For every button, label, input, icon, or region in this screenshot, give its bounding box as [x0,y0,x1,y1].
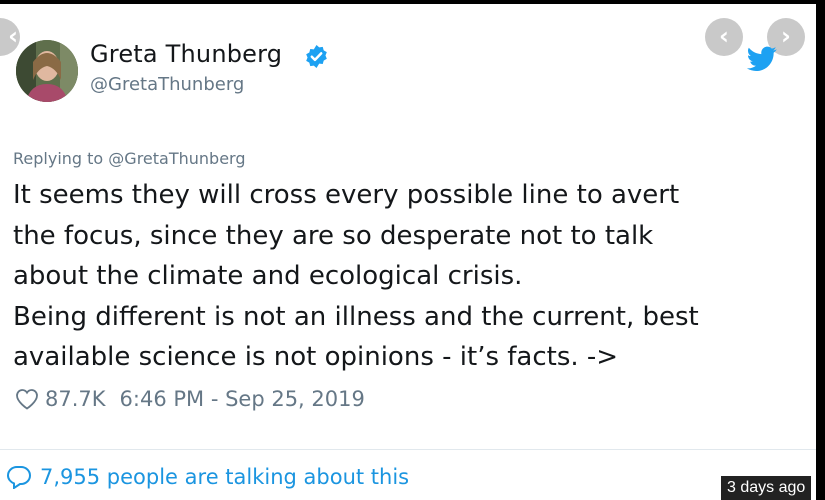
tweet-text-line: Being different is not an illness and th… [13,301,699,332]
carousel-prev-edge-button[interactable]: ‹ [0,18,20,56]
speech-bubble-icon [6,466,32,489]
heart-icon[interactable] [15,388,39,410]
tweet-text-line: the focus, since they are so desperate n… [13,220,654,251]
tweet-timestamp[interactable]: 6:46 PM - Sep 25, 2019 [120,387,365,411]
tweet-text-line: about the climate and ecological crisis. [13,261,523,291]
conversation-link[interactable]: 7,955 people are talking about this [6,465,409,489]
carousel-prev-button[interactable]: ‹ [705,18,743,56]
age-badge: 3 days ago [721,476,812,500]
avatar[interactable] [16,40,78,102]
tweet-text-line: It seems they will cross every possible … [13,180,680,210]
divider [0,449,816,450]
chevron-left-icon: ‹ [8,22,18,50]
avatar-photo [16,40,78,102]
verified-badge-icon [306,45,327,68]
tweet-text-line: available science is not opinions - it’s… [13,342,619,372]
user-handle[interactable]: @GretaThunberg [90,74,244,95]
talking-count-label[interactable]: 7,955 people are talking about this [40,465,409,489]
chevron-right-icon: › [781,22,791,50]
display-name[interactable]: Greta Thunberg [90,40,282,68]
like-count[interactable]: 87.7K [45,387,106,411]
chevron-left-icon: ‹ [719,22,729,50]
tweet-text: It seems they will cross every possible … [13,175,803,378]
twitter-bird-icon[interactable] [747,46,777,72]
tweet-meta: 87.7K 6:46 PM - Sep 25, 2019 [15,387,365,411]
tweet-card: ‹ ‹ › Greta Thunberg @GretaThunberg Repl… [0,4,816,500]
replying-to-label: Replying to @GretaThunberg [13,149,246,168]
